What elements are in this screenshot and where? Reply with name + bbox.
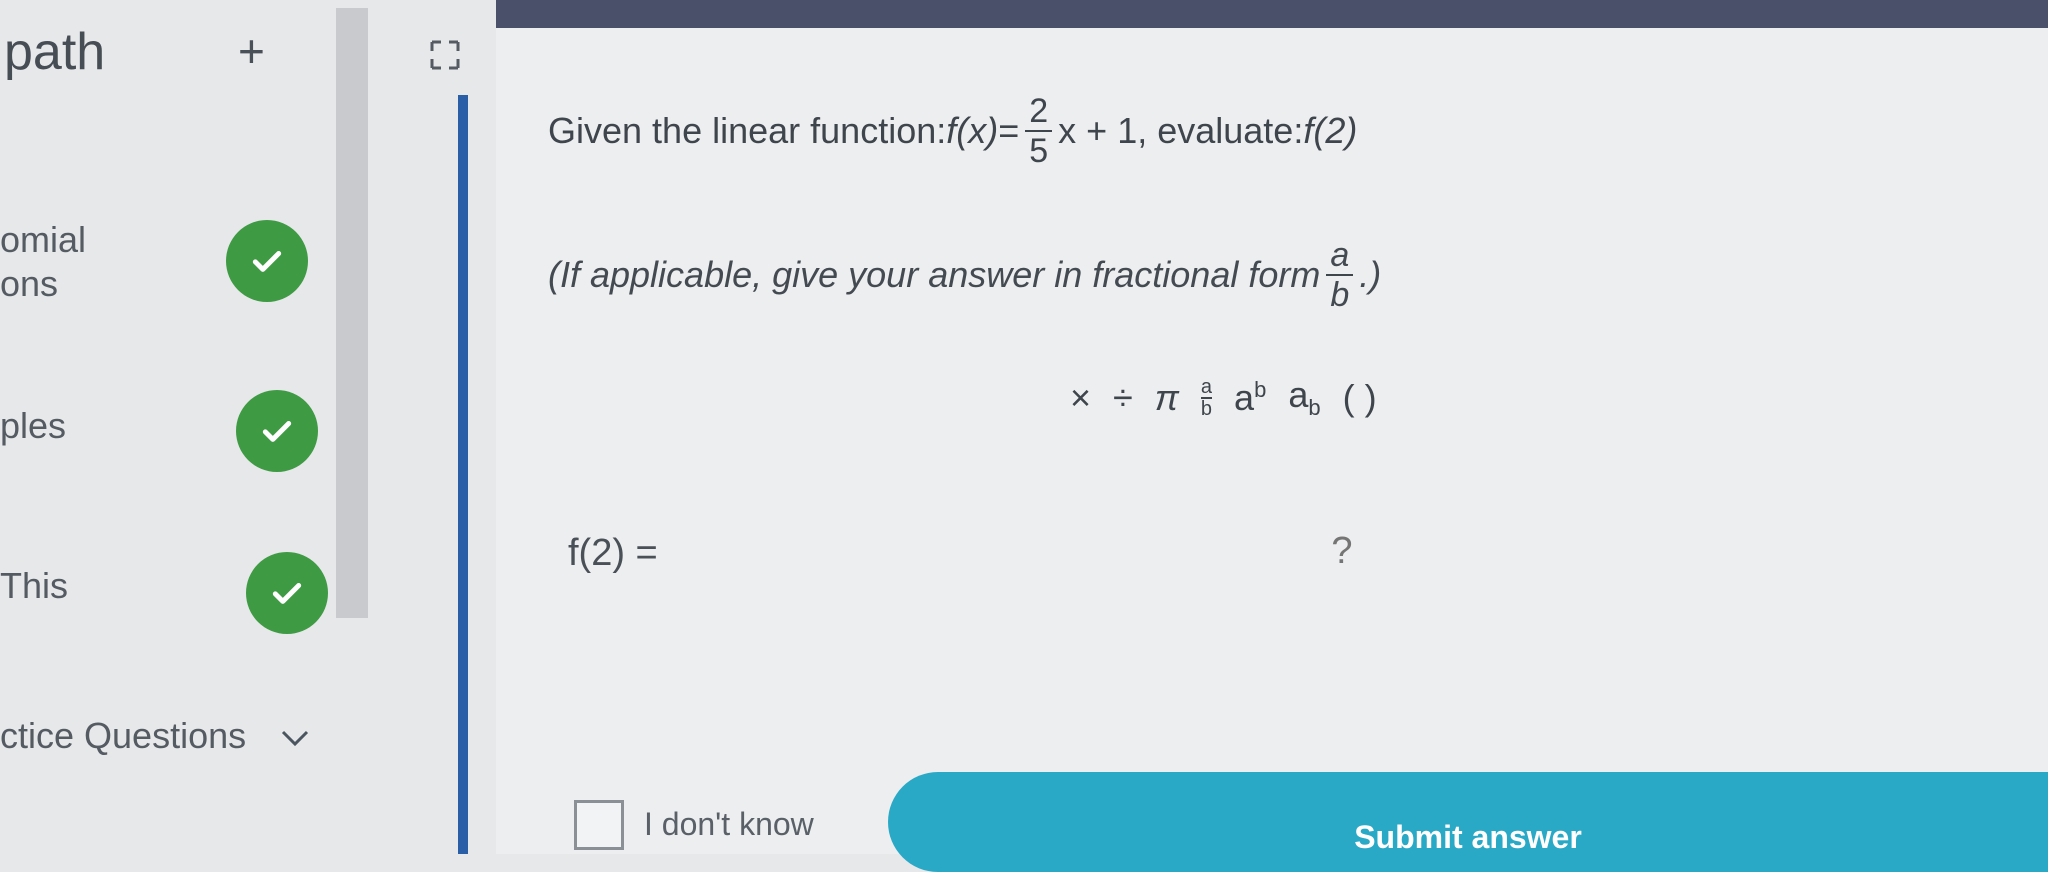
question-after-fraction: x + 1, evaluate:	[1058, 110, 1304, 151]
add-button[interactable]: +	[238, 28, 265, 74]
check-icon	[236, 390, 318, 472]
submit-answer-button[interactable]: Submit answer	[888, 772, 2048, 872]
hint-text: (If applicable, give your answer in frac…	[548, 236, 1381, 314]
path-title: path	[4, 23, 106, 81]
sidebar-item-label: ons	[0, 263, 59, 304]
slope-fraction: 2 5	[1025, 92, 1053, 170]
sidebar-scrollbar[interactable]	[336, 8, 368, 618]
hint-suffix: .)	[1359, 254, 1382, 295]
answer-label: f(2) =	[568, 532, 658, 574]
submit-answer-label: Submit answer	[1354, 818, 1582, 855]
question-text: Given the linear function: f(x) = 2 5 x …	[548, 92, 1357, 170]
sidebar: path + omial ons ples This ctice Questio…	[0, 0, 390, 854]
fraction-numerator: a	[1330, 236, 1350, 274]
fraction-denominator: b	[1326, 274, 1354, 314]
exponent-button[interactable]: ab	[1232, 377, 1268, 419]
fraction-denominator: b	[1200, 396, 1213, 420]
question-prefix: Given the linear function:	[548, 110, 947, 151]
expand-icon[interactable]	[428, 38, 462, 72]
subscript-index: b	[1308, 395, 1321, 421]
multiply-button[interactable]: ×	[1068, 377, 1093, 419]
sidebar-item-label: omial	[0, 219, 87, 260]
top-bar	[496, 0, 2048, 28]
check-icon	[226, 220, 308, 302]
hint-prefix: (If applicable, give your answer in frac…	[548, 254, 1321, 295]
dont-know-label[interactable]: I don't know	[644, 806, 814, 843]
parentheses-button[interactable]: ( )	[1341, 377, 1379, 419]
check-icon	[246, 552, 328, 634]
exponent-power: b	[1254, 376, 1267, 402]
equals-sign: =	[998, 110, 1020, 151]
dont-know-checkbox[interactable]	[574, 800, 624, 850]
evaluate-expression: f(2)	[1303, 110, 1358, 151]
fraction-numerator: a	[1200, 375, 1213, 398]
panel-divider	[458, 95, 468, 854]
sidebar-item-2[interactable]: ples	[0, 404, 66, 448]
sidebar-item-label: This	[0, 565, 69, 606]
divide-button[interactable]: ÷	[1111, 377, 1135, 419]
sidebar-item-label: ples	[0, 405, 67, 446]
pi-button[interactable]: π	[1153, 377, 1181, 419]
subscript-button[interactable]: ab	[1286, 374, 1322, 421]
answer-input[interactable]	[1180, 524, 1504, 578]
math-toolbar: × ÷ π a b ab ab ( )	[1068, 374, 1379, 421]
fraction-denominator: 5	[1025, 130, 1053, 170]
fraction-numerator: 2	[1029, 92, 1049, 130]
function-name: f(x)	[946, 110, 999, 151]
subscript-base: a	[1288, 374, 1309, 415]
practice-questions-toggle[interactable]: ctice Questions	[0, 715, 246, 757]
chevron-down-icon[interactable]	[280, 728, 310, 748]
exponent-base: a	[1234, 376, 1255, 418]
hint-fraction: a b	[1326, 236, 1354, 314]
sidebar-item-3[interactable]: This	[0, 564, 68, 608]
sidebar-item-1[interactable]: omial ons	[0, 218, 86, 306]
fraction-button[interactable]: a b	[1199, 377, 1214, 419]
